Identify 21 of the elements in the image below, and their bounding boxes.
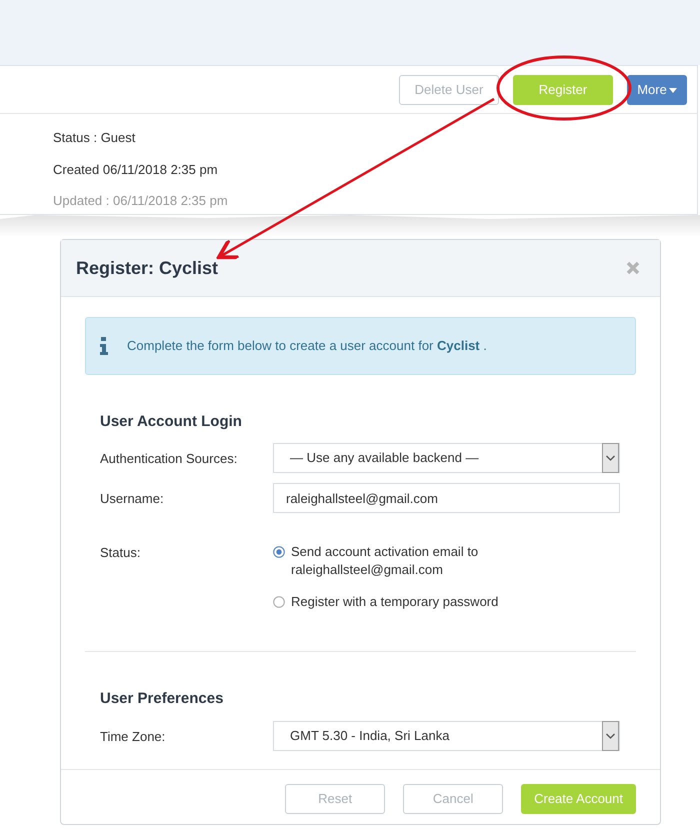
info-icon (100, 336, 109, 355)
more-button[interactable]: More (627, 74, 687, 104)
caret-icon (668, 88, 677, 93)
field-label: Time Zone: (100, 728, 166, 746)
alert-text: Complete the form below to create a user account for Cyclist . (127, 337, 487, 355)
detail-text: Updated : 06/11/2018 2:35 pm (53, 193, 228, 208)
select-field[interactable]: — Use any available backend — (273, 443, 620, 473)
radio-button[interactable] (273, 546, 285, 558)
radio-button[interactable] (273, 596, 285, 608)
detail-text: Status : Guest (53, 130, 136, 145)
section-heading: User Preferences (100, 689, 224, 709)
detail-text: Created 06/11/2018 2:35 pm (53, 162, 218, 176)
radio-label[interactable]: Send account activation email to raleighallsteel@gmail.com (291, 543, 513, 579)
field-label: Status: (100, 544, 142, 562)
radio-label[interactable]: Register with a temporary password (291, 593, 498, 611)
section-heading: User Account Login (100, 412, 243, 432)
select-field[interactable]: GMT 5.30 - India, Sri Lanka (273, 720, 620, 750)
input-field[interactable]: raleighallsteel@gmail.com (273, 483, 620, 513)
dialog-title: Register: Cyclist (76, 256, 218, 280)
field-label: Username: (100, 490, 165, 508)
field-label: Authentication Sources: (100, 450, 238, 468)
